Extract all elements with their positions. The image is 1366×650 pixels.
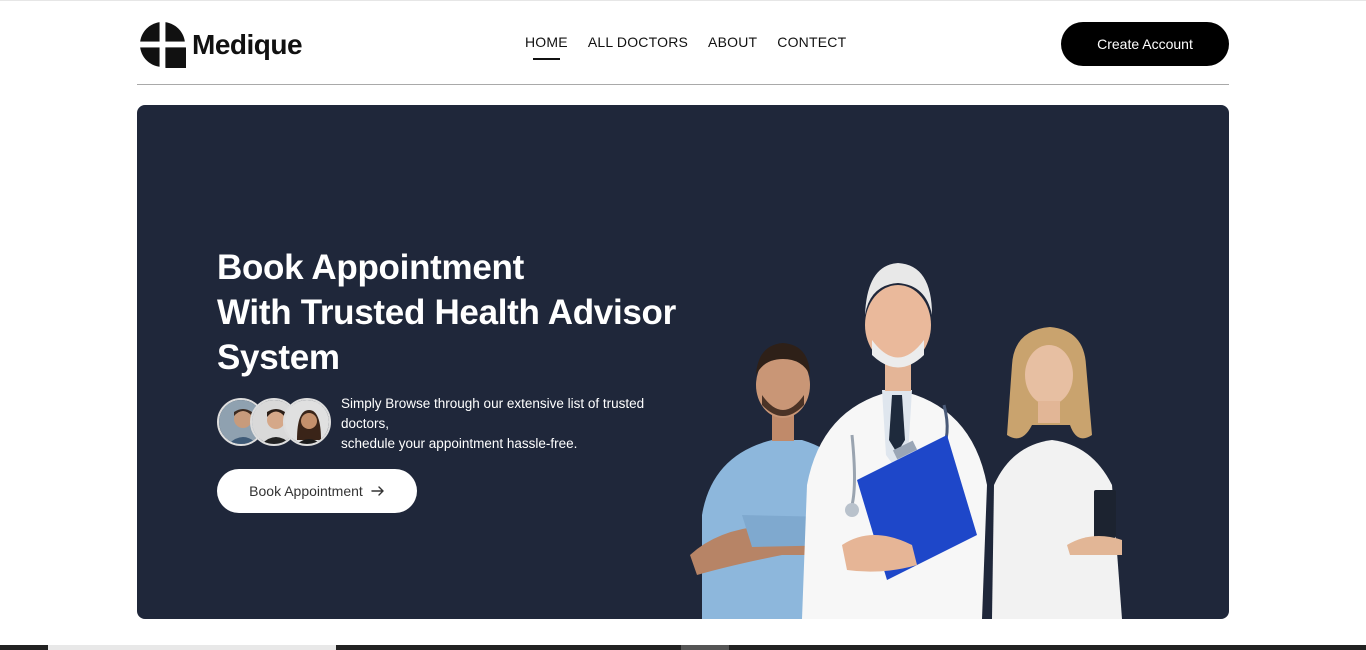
headline-line-2: With Trusted Health Advisor <box>217 293 676 332</box>
description-line-2: schedule your appointment hassle-free. <box>341 436 578 451</box>
brand-logo[interactable]: Medique <box>139 21 303 68</box>
hero-description: Simply Browse through our extensive list… <box>341 394 671 454</box>
description-line-1: Simply Browse through our extensive list… <box>341 396 645 431</box>
book-appointment-button[interactable]: Book Appointment <box>217 469 417 513</box>
doctor-center-figure <box>802 263 987 619</box>
navbar: Medique HOME ALL DOCTORS ABOUT CONTECT C… <box>137 4 1229 85</box>
headline-line-1: Book Appointment <box>217 248 524 287</box>
nav-home[interactable]: HOME <box>525 34 568 60</box>
doctor-right-figure <box>992 327 1122 619</box>
nav-about[interactable]: ABOUT <box>708 34 757 60</box>
doctor-avatar-group <box>217 398 331 446</box>
arrow-right-icon <box>371 486 384 496</box>
hero-banner: Book Appointment With Trusted Health Adv… <box>137 105 1229 619</box>
main-menu: HOME ALL DOCTORS ABOUT CONTECT <box>525 34 846 60</box>
taskbar-segment <box>681 645 729 650</box>
nav-contact[interactable]: CONTECT <box>777 34 846 60</box>
doctors-illustration <box>690 263 1122 619</box>
medical-cross-logo-icon <box>139 21 186 68</box>
taskbar-segment <box>48 645 336 650</box>
brand-name: Medique <box>192 28 303 60</box>
avatar <box>283 398 331 446</box>
book-appointment-label: Book Appointment <box>249 483 363 499</box>
hero-headline: Book Appointment With Trusted Health Adv… <box>217 245 676 380</box>
nav-all-doctors[interactable]: ALL DOCTORS <box>588 34 688 60</box>
taskbar-strip <box>0 645 1366 650</box>
create-account-button[interactable]: Create Account <box>1061 22 1229 66</box>
headline-line-3: System <box>217 338 340 377</box>
